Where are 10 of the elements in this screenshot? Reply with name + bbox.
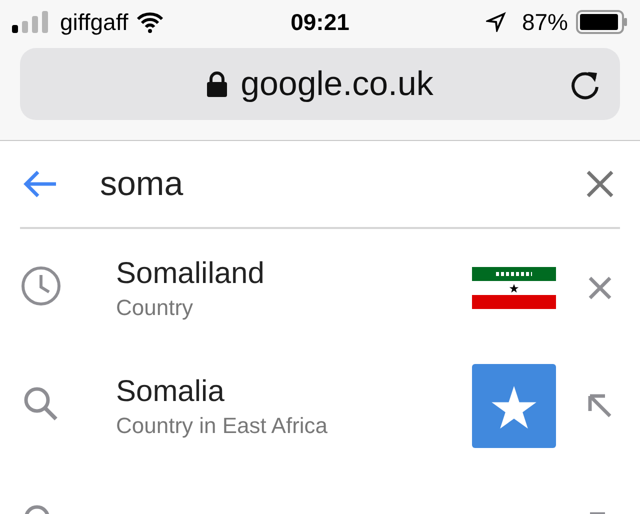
suggestion-subtitle: Country <box>116 295 194 321</box>
clock-time: 09:21 <box>290 8 350 36</box>
search-field[interactable]: soma <box>100 164 556 204</box>
battery-percent: 87% <box>522 8 568 36</box>
suggestion-subtitle: Country in East Africa <box>116 413 329 439</box>
carrier-name: giffgaff <box>60 8 128 36</box>
suggestion-title[interactable]: Somalia <box>116 375 472 409</box>
address-bar[interactable]: google.co.uk <box>20 48 620 120</box>
url-text: google.co.uk <box>240 64 434 104</box>
suggestion-title[interactable]: Somaliland <box>116 257 472 291</box>
